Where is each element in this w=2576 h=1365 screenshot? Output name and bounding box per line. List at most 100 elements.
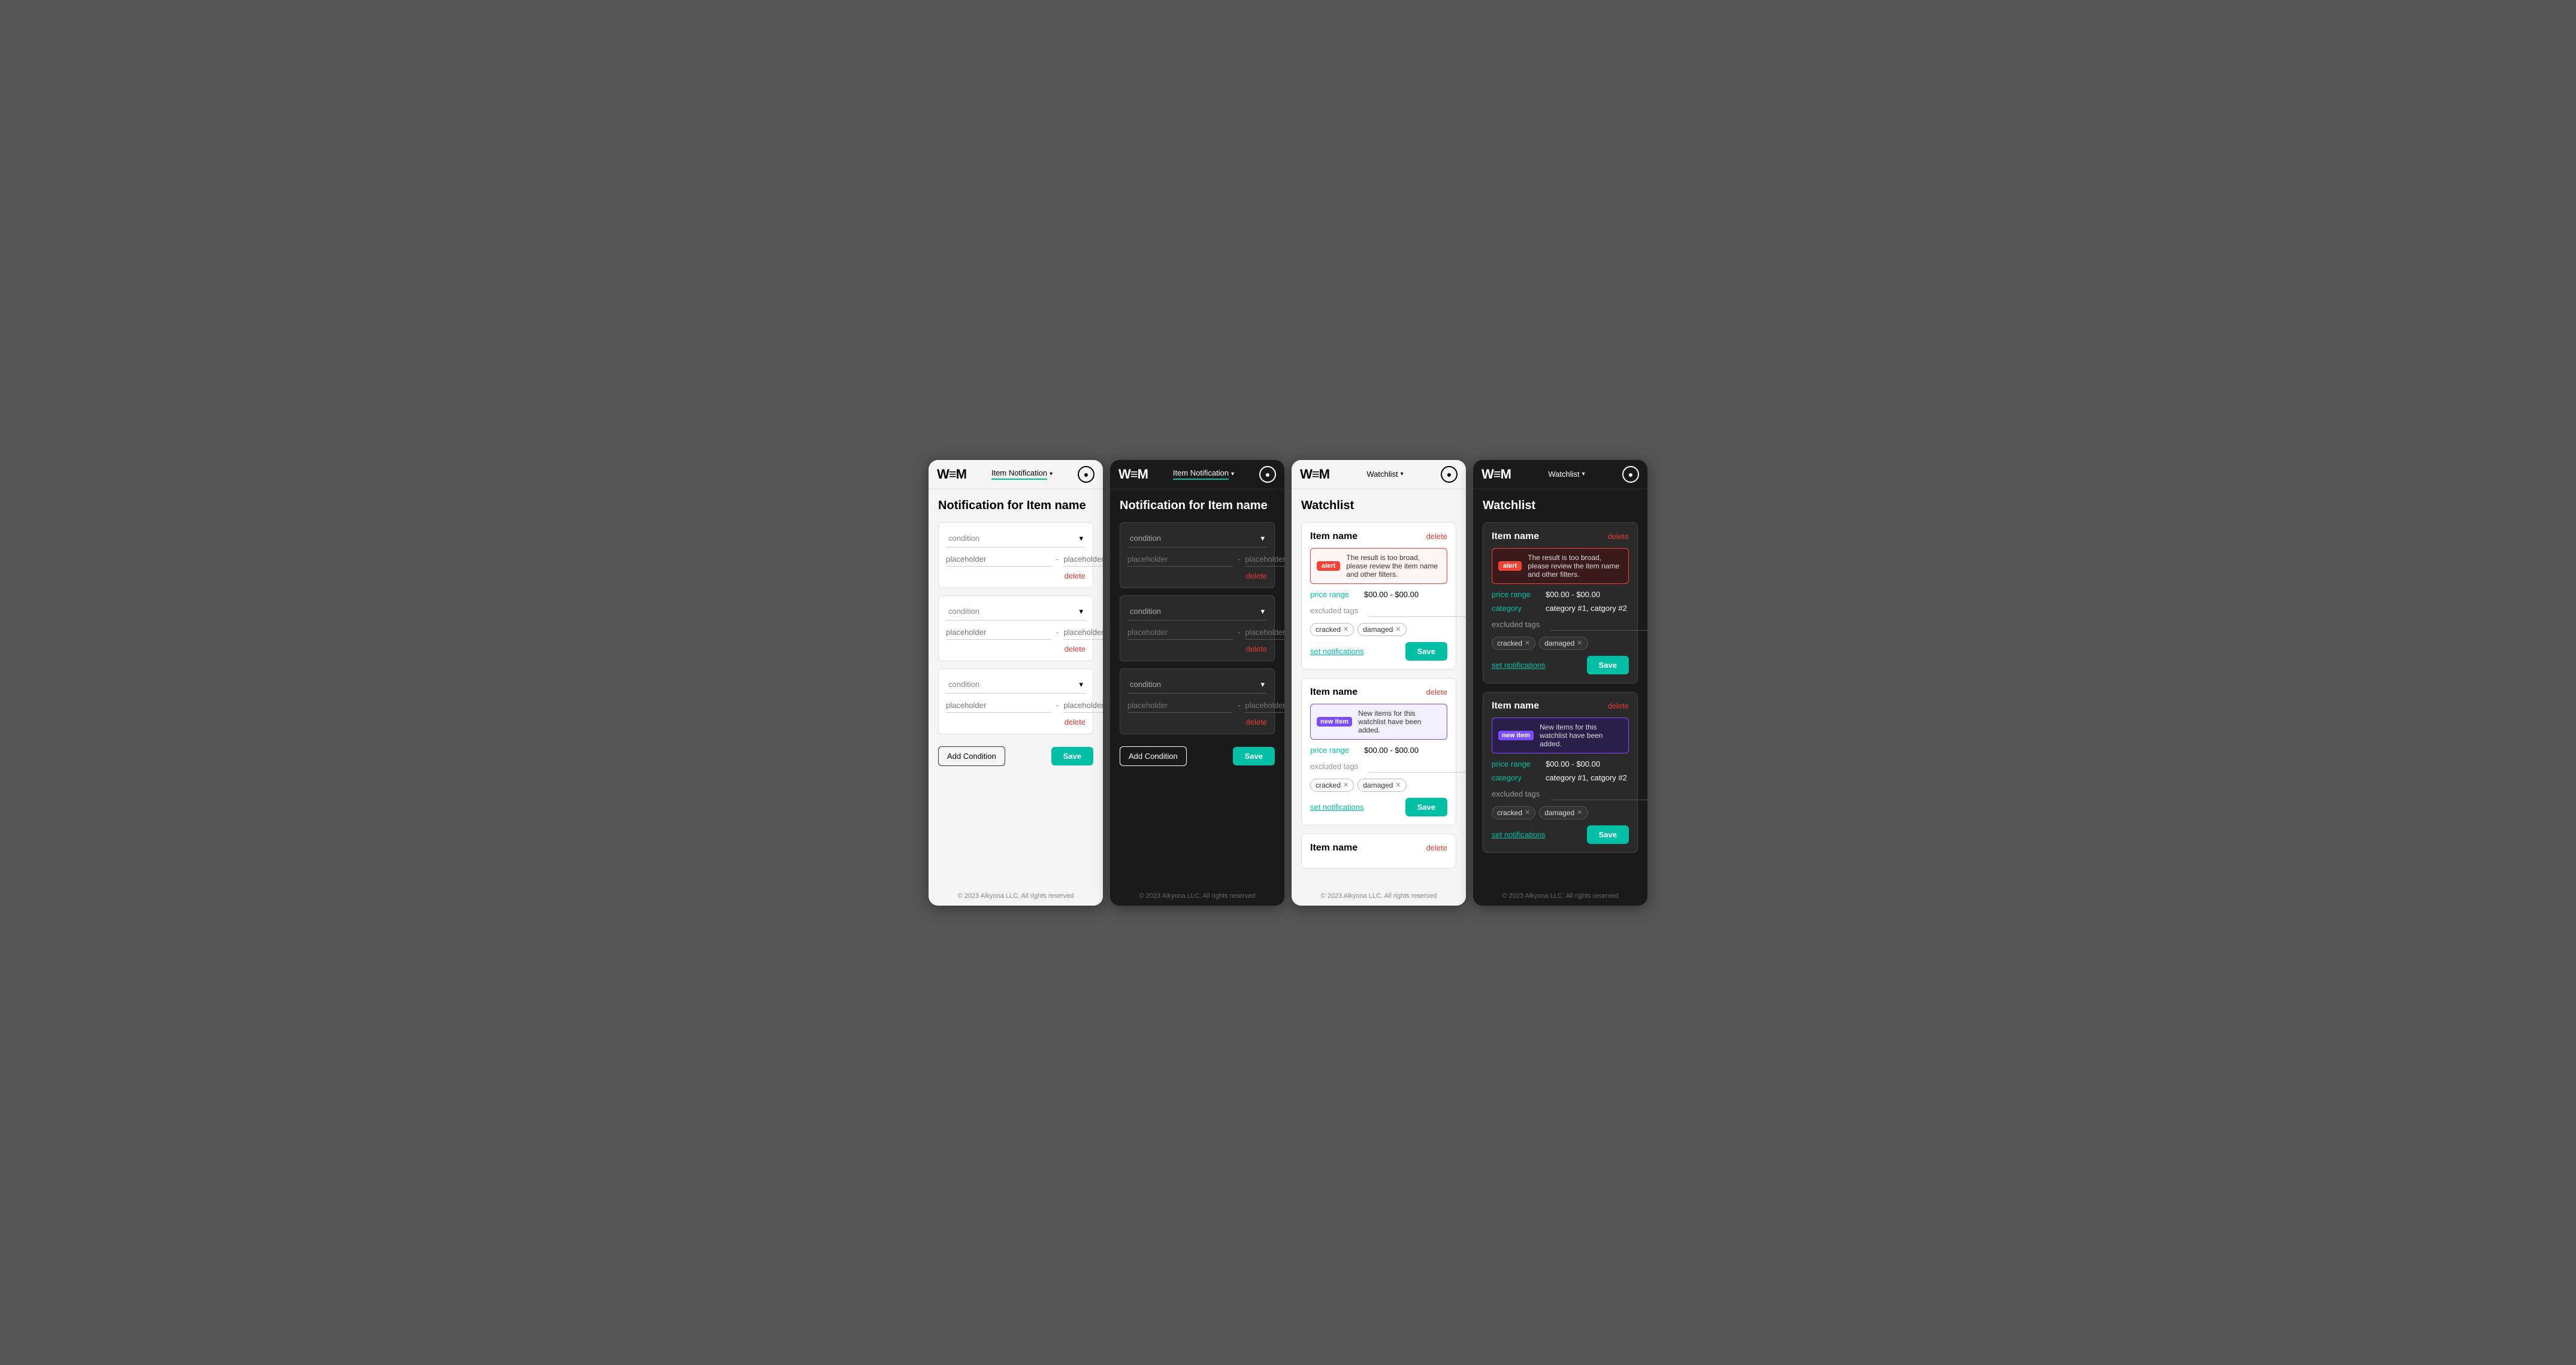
- set-notifications-link[interactable]: set notifications: [1492, 661, 1546, 670]
- delete-link[interactable]: delete: [1127, 571, 1267, 580]
- footer: © 2023 Alkyona LLC. All rights reserved: [1292, 886, 1466, 906]
- placeholder-input-2[interactable]: [1063, 625, 1103, 640]
- delete-link[interactable]: delete: [1426, 843, 1447, 852]
- tag-label: damaged: [1544, 639, 1574, 647]
- nav-dropdown[interactable]: Watchlist ▾: [1516, 470, 1617, 479]
- condition-select[interactable]: condition ▾: [1127, 530, 1267, 547]
- actions-row: Add Condition Save: [1120, 741, 1275, 768]
- condition-select[interactable]: condition ▾: [946, 603, 1086, 621]
- avatar-icon[interactable]: ●: [1259, 466, 1276, 483]
- excluded-tags-row: excluded tags Add: [1310, 604, 1447, 618]
- placeholder-input-1[interactable]: [1127, 552, 1233, 567]
- save-button[interactable]: Save: [1587, 825, 1629, 844]
- watchlist-footer-row: set notifications Save: [1492, 825, 1629, 844]
- new-item-badge: new item: [1317, 717, 1352, 727]
- placeholder-input-1[interactable]: [946, 625, 1051, 640]
- separator: -: [1056, 555, 1059, 564]
- header: W≡M Item Notification ▾ ●: [929, 460, 1103, 489]
- save-button[interactable]: Save: [1233, 747, 1275, 765]
- tag-remove-icon[interactable]: ✕: [1395, 625, 1401, 633]
- delete-link[interactable]: delete: [1608, 701, 1629, 710]
- delete-link[interactable]: delete: [946, 644, 1086, 653]
- placeholder-row: -: [946, 621, 1086, 642]
- avatar-icon[interactable]: ●: [1441, 466, 1458, 483]
- set-notifications-link[interactable]: set notifications: [1310, 803, 1364, 812]
- watchlist-item-header: Item name delete: [1310, 687, 1447, 698]
- watchlist-item: Item name delete alert The result is too…: [1483, 522, 1638, 683]
- condition-block: condition ▾ - delete: [938, 595, 1093, 661]
- select-chevron-icon: ▾: [1260, 607, 1265, 616]
- header: W≡M Item Notification ▾ ●: [1110, 460, 1284, 489]
- alert-badge: alert: [1317, 561, 1340, 571]
- placeholder-input-1[interactable]: [1127, 698, 1233, 713]
- tag-remove-icon[interactable]: ✕: [1577, 639, 1582, 647]
- chevron-down-icon: ▾: [1050, 471, 1053, 477]
- new-item-box: new item New items for this watchlist ha…: [1492, 718, 1629, 753]
- excluded-tags-label: excluded tags: [1492, 620, 1546, 629]
- tag-remove-icon[interactable]: ✕: [1525, 809, 1530, 816]
- nav-dropdown[interactable]: Item Notification ▾: [1153, 468, 1254, 480]
- placeholder-input-2[interactable]: [1245, 698, 1284, 713]
- avatar-icon[interactable]: ●: [1078, 466, 1095, 483]
- item-name-label: Item name: [1492, 531, 1539, 542]
- tag-remove-icon[interactable]: ✕: [1577, 809, 1582, 816]
- price-range-row: price range $00.00 - $00.00: [1492, 759, 1629, 768]
- select-chevron-icon: ▾: [1260, 534, 1265, 543]
- tags-input[interactable]: [1369, 761, 1466, 773]
- condition-select[interactable]: condition ▾: [1127, 676, 1267, 694]
- placeholder-input-1[interactable]: [946, 698, 1051, 713]
- condition-block: condition ▾ - delete: [938, 522, 1093, 588]
- save-button[interactable]: Save: [1405, 798, 1447, 816]
- category-value: category #1, catgory #2: [1546, 604, 1629, 613]
- condition-label: condition: [948, 607, 979, 616]
- watchlist-item-header: Item name delete: [1492, 701, 1629, 712]
- placeholder-input-2[interactable]: [1063, 552, 1103, 567]
- screen-3: W≡M Watchlist ▾ ● Watchlist Item name de…: [1292, 460, 1466, 906]
- page-title: Notification for Item name: [1120, 499, 1275, 513]
- save-button[interactable]: Save: [1051, 747, 1093, 765]
- category-label: category: [1492, 604, 1546, 613]
- watchlist-item: Item name delete new item New items for …: [1301, 678, 1456, 825]
- tag-remove-icon[interactable]: ✕: [1343, 625, 1349, 633]
- set-notifications-link[interactable]: set notifications: [1492, 830, 1546, 839]
- header: W≡M Watchlist ▾ ●: [1473, 460, 1647, 489]
- set-notifications-link[interactable]: set notifications: [1310, 647, 1364, 656]
- delete-link[interactable]: delete: [1426, 688, 1447, 697]
- delete-link[interactable]: delete: [946, 718, 1086, 727]
- tags-input[interactable]: [1550, 619, 1647, 631]
- condition-select[interactable]: condition ▾: [946, 530, 1086, 547]
- save-button[interactable]: Save: [1587, 656, 1629, 674]
- select-chevron-icon: ▾: [1260, 680, 1265, 689]
- placeholder-input-2[interactable]: [1245, 552, 1284, 567]
- add-condition-button[interactable]: Add Condition: [938, 746, 1005, 766]
- delete-link[interactable]: delete: [1426, 532, 1447, 541]
- tags-input[interactable]: [1550, 788, 1647, 800]
- tag-label: damaged: [1544, 809, 1574, 817]
- nav-dropdown[interactable]: Item Notification ▾: [971, 468, 1073, 480]
- tag-remove-icon[interactable]: ✕: [1395, 781, 1401, 789]
- condition-select[interactable]: condition ▾: [1127, 603, 1267, 621]
- placeholder-input-1[interactable]: [946, 552, 1051, 567]
- save-button[interactable]: Save: [1405, 642, 1447, 661]
- avatar-icon[interactable]: ●: [1622, 466, 1639, 483]
- delete-link[interactable]: delete: [1127, 644, 1267, 653]
- placeholder-input-2[interactable]: [1063, 698, 1103, 713]
- condition-select[interactable]: condition ▾: [946, 676, 1086, 694]
- tags-input[interactable]: [1369, 605, 1466, 617]
- excluded-tags-row: excluded tags Add: [1492, 618, 1629, 632]
- placeholder-row: -: [946, 547, 1086, 569]
- delete-link[interactable]: delete: [1127, 718, 1267, 727]
- nav-label: Watchlist: [1366, 470, 1398, 479]
- placeholder-input-1[interactable]: [1127, 625, 1233, 640]
- placeholder-input-2[interactable]: [1245, 625, 1284, 640]
- nav-dropdown[interactable]: Watchlist ▾: [1334, 470, 1436, 479]
- watchlist-footer-row: set notifications Save: [1310, 642, 1447, 661]
- separator: -: [1238, 555, 1240, 564]
- add-condition-button[interactable]: Add Condition: [1120, 746, 1187, 766]
- tag-remove-icon[interactable]: ✕: [1525, 639, 1530, 647]
- delete-link[interactable]: delete: [946, 571, 1086, 580]
- tags-row: cracked ✕ damaged ✕: [1310, 623, 1447, 636]
- tag-remove-icon[interactable]: ✕: [1343, 781, 1349, 789]
- page-title: Notification for Item name: [938, 499, 1093, 513]
- delete-link[interactable]: delete: [1608, 532, 1629, 541]
